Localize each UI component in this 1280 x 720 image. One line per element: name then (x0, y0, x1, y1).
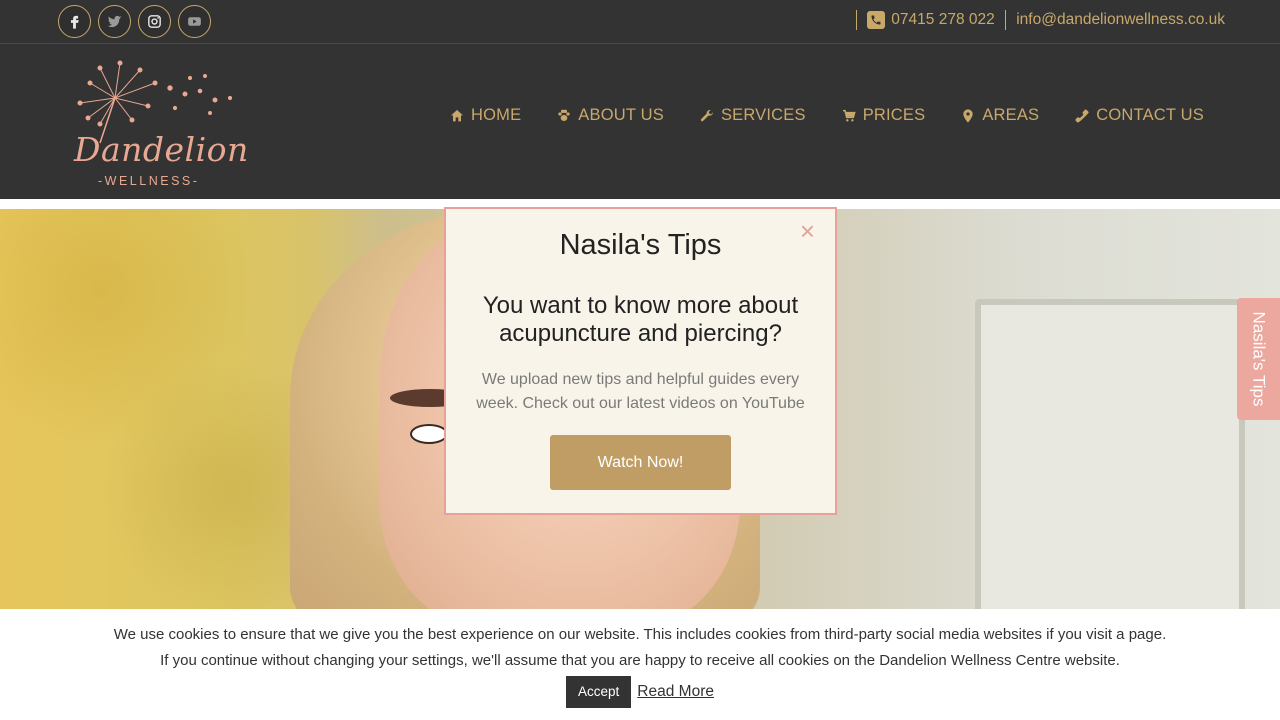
popup-title: Nasila's Tips (559, 229, 722, 261)
social-links (58, 5, 211, 38)
nav-item-label: PRICES (862, 106, 926, 124)
home-icon (450, 109, 463, 121)
facebook-icon (70, 15, 79, 29)
accept-button[interactable]: Accept (566, 676, 632, 708)
popup-description: We upload new tips and helpful guides ev… (476, 371, 805, 412)
contact-info: 07415 278 022 info@dandelionwellness.co.… (846, 0, 1225, 40)
nav-item-contact-us[interactable]: CONTACT US (1074, 106, 1204, 125)
tips-popup: × Nasila's Tips You want to know more ab… (444, 207, 837, 515)
tips-side-tab[interactable]: Nasila's Tips (1237, 298, 1280, 420)
youtube-icon (188, 17, 201, 26)
logo-subtitle: -WELLNESS- (98, 174, 200, 188)
cookie-text-line1: We use cookies to ensure that we give yo… (113, 626, 1167, 643)
twitter-icon (107, 15, 122, 28)
cookie-banner: We use cookies to ensure that we give yo… (0, 609, 1280, 720)
instagram-link[interactable] (138, 5, 171, 38)
close-icon[interactable]: × (800, 218, 815, 244)
logo-brand: Dandelion (74, 130, 249, 169)
map-pin-icon (963, 108, 973, 123)
cart-icon (842, 109, 856, 122)
nav-item-label: ABOUT US (578, 106, 664, 124)
side-tab-label: Nasila's Tips (1249, 311, 1269, 407)
popup-headline: You want to know more about acupuncture … (482, 292, 799, 347)
read-more-link[interactable]: Read More (637, 683, 714, 701)
nav-item-label: SERVICES (720, 106, 806, 124)
hero-door (975, 299, 1245, 609)
cookie-actions: Accept Read More (0, 676, 1280, 708)
nav-item-about-us[interactable]: ABOUT US (556, 106, 664, 125)
twitter-link[interactable] (98, 5, 131, 38)
phone-number[interactable]: 07415 278 022 (891, 11, 994, 29)
logo[interactable]: Dandelion -WELLNESS- (70, 58, 248, 193)
paw-icon (558, 109, 570, 121)
cookie-text-line2: If you continue without changing your se… (160, 652, 1120, 669)
youtube-link[interactable] (178, 5, 211, 38)
nav-item-home[interactable]: HOME (449, 106, 521, 125)
main-nav: HOME ABOUT US SERVICES PRICES AREAS CONT… (449, 106, 1204, 125)
nav-item-prices[interactable]: PRICES (841, 106, 926, 125)
facebook-link[interactable] (58, 5, 91, 38)
divider (1004, 10, 1007, 30)
watch-now-button[interactable]: Watch Now! (550, 435, 731, 490)
nav-item-services[interactable]: SERVICES (699, 106, 806, 125)
nav-item-label: HOME (470, 106, 522, 124)
nav-item-label: AREAS (982, 106, 1040, 124)
site-header: Dandelion -WELLNESS- HOME ABOUT US SERVI… (0, 44, 1280, 199)
divider (855, 10, 858, 30)
phone-icon (867, 11, 886, 29)
nav-item-areas[interactable]: AREAS (960, 106, 1039, 125)
wrench-icon (700, 109, 713, 121)
phone-icon (1075, 109, 1089, 122)
hero-wall (0, 209, 330, 609)
hero-eye (410, 424, 448, 444)
instagram-icon (148, 15, 161, 28)
email-link[interactable]: info@dandelionwellness.co.uk (1016, 11, 1225, 29)
nav-item-label: CONTACT US (1096, 106, 1204, 124)
top-bar: 07415 278 022 info@dandelionwellness.co.… (0, 0, 1280, 44)
